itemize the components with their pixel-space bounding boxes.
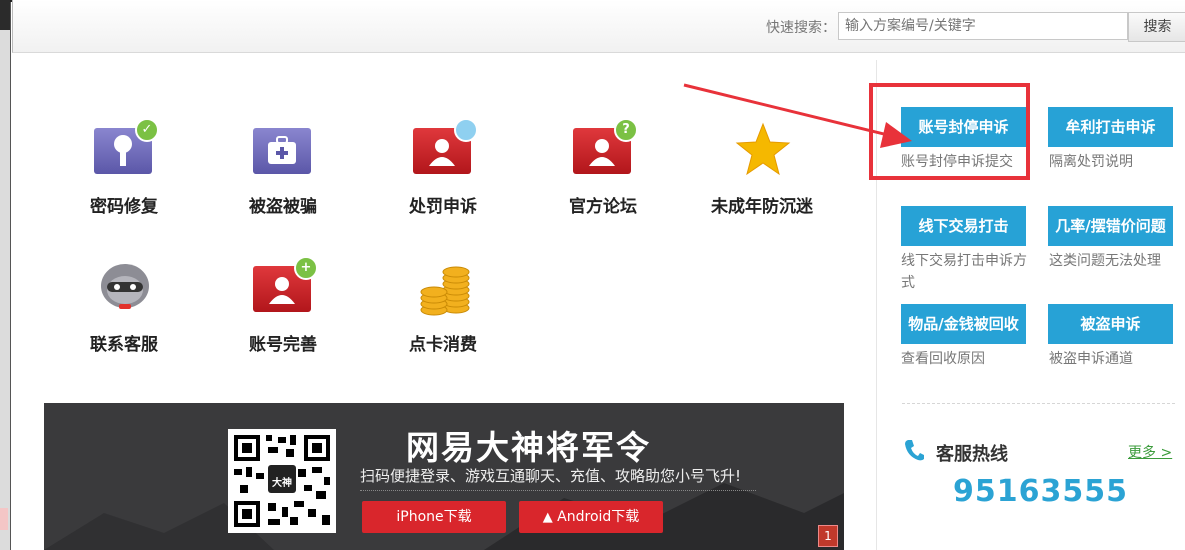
coins-icon	[412, 258, 474, 320]
hotline-number: 95163555	[953, 474, 1128, 509]
tile-penalty-appeal[interactable]: 处罚申诉	[373, 118, 513, 230]
more-link[interactable]: 更多 >	[1128, 442, 1172, 462]
key-card-icon: ✓	[93, 118, 159, 182]
profiteering-appeal-desc: 隔离处罚说明	[1049, 154, 1133, 170]
offline-trade-desc: 线下交易打击申诉方式	[901, 253, 1027, 291]
star-icon	[731, 120, 793, 182]
banner-page-indicator[interactable]: 1	[818, 525, 838, 547]
tile-contact-support[interactable]: 联系客服	[54, 258, 194, 368]
qr-code: 大神	[228, 429, 336, 533]
edge-decoration	[0, 508, 8, 530]
window-left-edge	[0, 0, 11, 550]
iphone-download-label: iPhone下载	[396, 509, 472, 525]
tile-label: 处罚申诉	[409, 197, 477, 217]
item-recovery-desc: 查看回收原因	[901, 351, 985, 367]
sidebar-separator	[902, 403, 1175, 404]
stolen-appeal-button[interactable]: 被盗申诉	[1048, 304, 1173, 344]
phone-icon	[905, 440, 924, 461]
search-label: 快速搜索：	[766, 20, 836, 36]
tile-label: 联系客服	[90, 335, 158, 355]
banner-divider	[360, 490, 756, 491]
android-download-button[interactable]: ▲ Android下载	[519, 501, 663, 533]
tile-label: 未成年防沉迷	[711, 197, 813, 217]
tile-label: 密码修复	[90, 197, 158, 217]
search-button[interactable]: 搜索	[1128, 12, 1185, 42]
item-recovery-button[interactable]: 物品/金钱被回收	[901, 304, 1026, 344]
banner-title: 网易大神将军令	[406, 428, 651, 467]
tile-account-completion[interactable]: + 账号完善	[213, 256, 353, 368]
offline-trade-button[interactable]: 线下交易打击	[901, 206, 1026, 246]
tile-password-repair[interactable]: ✓ 密码修复	[54, 118, 194, 230]
app-promo-banner: 大神 网易大神将军令 扫码便捷登录、游戏互通聊天、充值、攻略助您小号飞升! iP…	[44, 403, 844, 550]
tile-label: 被盗被骗	[249, 197, 317, 217]
tile-label: 点卡消费	[409, 335, 477, 355]
tile-minor-protection[interactable]: 未成年防沉迷	[692, 120, 832, 230]
search-input[interactable]	[838, 12, 1128, 40]
tile-official-forum[interactable]: ? 官方论坛	[533, 118, 673, 230]
medkit-icon	[252, 120, 314, 182]
android-icon: ▲	[542, 510, 553, 525]
qr-center-logo: 大神	[272, 478, 292, 489]
highlight-box	[869, 83, 1030, 180]
profiteering-appeal-button[interactable]: 牟利打击申诉	[1048, 107, 1173, 147]
user-search-icon	[412, 118, 478, 182]
tile-stolen-scammed[interactable]: 被盗被骗	[213, 120, 353, 230]
tile-point-card-consumption[interactable]: 点卡消费	[373, 258, 513, 368]
stolen-appeal-desc: 被盗申诉通道	[1049, 351, 1133, 367]
tile-label: 账号完善	[249, 335, 317, 355]
hotline-title: 客服热线	[936, 444, 1008, 465]
user-question-icon: ?	[572, 118, 638, 182]
tile-label: 官方论坛	[569, 197, 637, 217]
odds-price-issue-desc: 这类问题无法处理	[1049, 253, 1161, 269]
banner-subtitle: 扫码便捷登录、游戏互通聊天、充值、攻略助您小号飞升!	[360, 467, 742, 485]
window-edge-dark	[0, 0, 10, 30]
android-download-label: Android下载	[557, 509, 640, 525]
odds-price-issue-button[interactable]: 几率/摆错价问题	[1048, 206, 1173, 246]
user-add-icon: +	[252, 256, 318, 320]
support-agent-icon	[93, 258, 155, 320]
iphone-download-button[interactable]: iPhone下载	[362, 501, 506, 533]
